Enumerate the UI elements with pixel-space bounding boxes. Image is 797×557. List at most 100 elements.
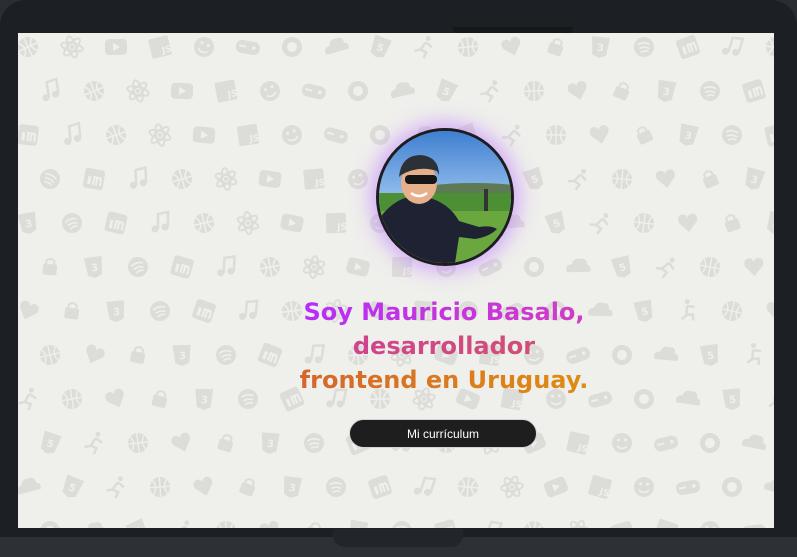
gamepad-icon (478, 258, 502, 277)
html5-icon: 5 (436, 78, 459, 102)
smiley-icon (282, 125, 302, 145)
spotify-icon (62, 213, 82, 233)
lock-icon (305, 522, 322, 528)
css3-icon: 3 (679, 123, 699, 146)
linkedin-icon (82, 167, 106, 191)
javascript-icon: JS (653, 518, 679, 528)
globe-icon (84, 81, 104, 101)
basketball-icon (62, 389, 82, 409)
lock-icon (702, 170, 719, 189)
spotify-icon (150, 301, 170, 321)
gamepad-icon (323, 127, 348, 144)
music-note-icon (413, 476, 437, 496)
css3-icon: 3 (261, 432, 280, 454)
lock-icon (64, 302, 80, 320)
headline-line-1: Soy Mauricio Basalo, (278, 295, 610, 329)
javascript-icon: JS (303, 168, 326, 190)
smiley-icon (700, 521, 720, 528)
gamepad-icon (301, 83, 326, 100)
react-icon (60, 35, 84, 59)
html5-icon: 5 (370, 34, 392, 58)
music-note-icon (217, 254, 236, 277)
cloud-icon (18, 477, 41, 495)
profile-avatar (376, 128, 514, 266)
running-person-icon (84, 431, 103, 455)
hero-headline: Soy Mauricio Basalo, desarrollador front… (278, 295, 610, 397)
youtube-icon (104, 38, 128, 56)
basketball-icon (149, 476, 171, 498)
svg-text:JS: JS (510, 399, 522, 411)
lock-icon (129, 346, 146, 364)
smiley-icon (634, 477, 654, 497)
javascript-icon: JS (214, 79, 239, 103)
linkedin-icon (170, 255, 194, 279)
lock-icon (724, 214, 741, 233)
lock-icon (217, 434, 234, 453)
running-person-icon (567, 168, 587, 191)
css3-icon: 3 (349, 519, 369, 528)
running-person-icon (414, 36, 433, 59)
cv-button[interactable]: Mi currículum (349, 419, 537, 448)
svg-text:JS: JS (314, 178, 326, 189)
linkedin-icon (18, 124, 39, 146)
spotify-icon (700, 81, 720, 101)
globe-icon (18, 37, 38, 57)
profile-photo (379, 131, 511, 263)
svg-text:JS: JS (226, 89, 239, 101)
lock-icon (239, 478, 256, 497)
css3-icon: 3 (106, 300, 125, 322)
globe-icon (194, 213, 214, 233)
css3-icon: 3 (284, 475, 303, 498)
spotify-icon (238, 389, 258, 409)
headline-line-2: desarrollador (278, 329, 610, 363)
globe-icon (106, 125, 126, 145)
linkedin-icon (764, 123, 774, 147)
youtube-icon (280, 213, 304, 233)
gamepad-icon (742, 524, 767, 528)
spotify-icon (128, 257, 148, 277)
css3-icon: 3 (83, 255, 103, 278)
spotify-icon (304, 433, 324, 453)
cloud-icon (741, 434, 767, 451)
css3-icon: 3 (766, 210, 774, 234)
basketball-icon (545, 124, 567, 146)
svg-text:5: 5 (729, 395, 737, 407)
css3-icon: 3 (657, 79, 677, 102)
heart-icon (766, 302, 774, 318)
running-person-icon (680, 299, 696, 321)
gamepad-icon (676, 479, 701, 496)
spotify-icon (634, 37, 654, 57)
globe-icon (765, 36, 774, 58)
heart-icon (567, 80, 587, 100)
basketball-icon (215, 520, 237, 528)
cloud-icon (390, 81, 415, 99)
cloud-icon (763, 478, 774, 495)
heart-icon (193, 476, 213, 496)
music-note-icon (721, 36, 745, 56)
globe-icon (523, 520, 545, 528)
youtube-icon (544, 476, 568, 498)
basketball-icon (700, 257, 720, 277)
heart-icon (259, 521, 279, 528)
github-icon (40, 521, 60, 528)
lock-icon (613, 82, 630, 101)
spotify-icon (326, 477, 346, 497)
running-person-icon (480, 80, 499, 103)
heart-icon (171, 432, 191, 452)
github-icon (634, 389, 654, 409)
basketball-icon (611, 168, 633, 190)
javascript-icon: JS (588, 475, 612, 500)
gamepad-icon (235, 39, 260, 56)
svg-text:3: 3 (267, 439, 275, 450)
javascript-icon: JS (236, 123, 260, 147)
heart-icon (678, 213, 698, 232)
smiley-icon (612, 433, 632, 453)
linkedin-icon (192, 299, 216, 323)
react-icon (126, 79, 150, 103)
youtube-icon (170, 82, 194, 100)
javascript-icon: JS (566, 431, 590, 455)
music-note-icon (64, 121, 82, 145)
smiley-icon (260, 81, 280, 101)
svg-text:3: 3 (201, 395, 208, 406)
html5-icon: 5 (62, 474, 85, 498)
